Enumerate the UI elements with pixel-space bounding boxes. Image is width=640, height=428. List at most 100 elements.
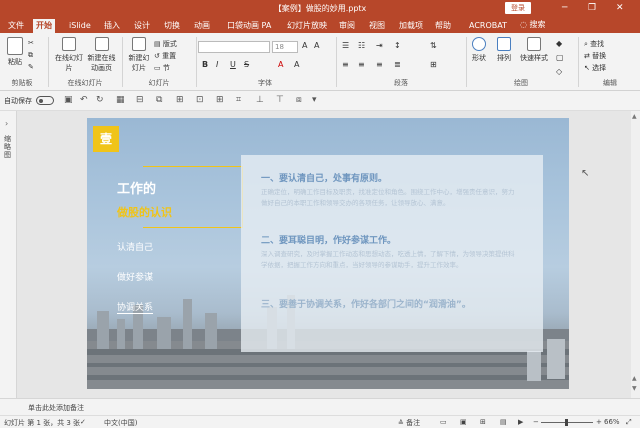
undo-icon[interactable]: ↶ xyxy=(80,95,88,105)
cut-icon[interactable]: ✂ xyxy=(28,39,34,47)
smartart-icon[interactable]: ⊞ xyxy=(430,60,437,69)
drawing-group-label: 绘图 xyxy=(514,79,528,87)
format-painter-icon[interactable]: ✎ xyxy=(28,63,34,71)
section-icon: ▭ xyxy=(154,64,161,72)
login-button[interactable]: 登录 xyxy=(505,2,531,14)
shape-fill-icon[interactable]: ◆ xyxy=(556,39,562,48)
notes-toggle[interactable]: ≙ 备注 xyxy=(398,418,420,428)
tab-pocket-animation[interactable]: 口袋动画 PA xyxy=(224,19,274,33)
next-slide-icon[interactable]: ▼ xyxy=(632,385,637,392)
autosave-label: 自动保存 xyxy=(4,97,32,105)
bullets-icon[interactable]: ☰ xyxy=(342,41,349,50)
present-icon[interactable]: ▦ xyxy=(116,95,125,105)
copy-format-icon[interactable]: ⧉ xyxy=(156,95,162,105)
notes-pane[interactable]: 单击此处添加备注 xyxy=(0,398,640,415)
line-spacing-icon[interactable]: ↕ xyxy=(394,41,401,50)
online-slides-group: 在线幻灯片 新建在线动画页 在线幻灯片 xyxy=(52,35,118,89)
arrange-button[interactable]: 排列 xyxy=(492,37,516,63)
spellcheck-icon[interactable]: ✓ xyxy=(80,418,86,426)
expand-thumbnails-icon[interactable]: › xyxy=(5,119,8,128)
fit-to-window-icon[interactable]: ⤢ xyxy=(626,418,632,427)
paste-button[interactable]: 粘贴 xyxy=(4,37,26,67)
font-color-icon[interactable]: A xyxy=(278,60,283,69)
online-slides-button[interactable]: 在线幻灯片 xyxy=(54,37,84,73)
shape-effects-icon[interactable]: ◇ xyxy=(556,67,562,76)
tab-islide[interactable]: iSlide xyxy=(66,19,94,33)
replace-button[interactable]: ⇄ 替换 xyxy=(584,51,606,61)
align-left-icon[interactable]: ≡ xyxy=(342,60,349,69)
find-button[interactable]: ⌕ 查找 xyxy=(584,39,604,49)
reset-button[interactable]: ↺ 重置 xyxy=(154,51,176,61)
underline-button[interactable]: U xyxy=(230,60,236,69)
tab-slideshow[interactable]: 幻灯片放映 xyxy=(284,19,330,33)
strikethrough-button[interactable]: S xyxy=(244,60,249,69)
grow-font-icon[interactable]: A xyxy=(302,41,307,50)
slideshow-icon[interactable]: ▶ xyxy=(518,418,523,426)
layout-button[interactable]: ▤ 版式 xyxy=(154,39,177,49)
paragraph-group-label: 段落 xyxy=(394,79,408,87)
quick-styles-button[interactable]: 快速样式 xyxy=(518,37,550,63)
shrink-font-icon[interactable]: A xyxy=(314,41,319,50)
section-button[interactable]: ▭ 节 xyxy=(154,63,170,73)
slide[interactable]: 壹 工作的 做股的认识 认清自己 做好参谋 协调关系 一、要认清自己，处事有原则… xyxy=(87,118,569,389)
layer-icon[interactable]: ⧈ xyxy=(296,95,302,105)
language-label[interactable]: 中文(中国) xyxy=(104,418,137,428)
tab-file[interactable]: 文件 xyxy=(5,19,27,33)
zoom-slider-thumb[interactable] xyxy=(565,419,568,426)
new-online-animation-button[interactable]: 新建在线动画页 xyxy=(85,37,118,73)
zoom-out-icon[interactable]: − xyxy=(533,418,539,426)
copy-icon[interactable]: ⧉ xyxy=(28,51,33,60)
clear-format-icon[interactable]: A xyxy=(294,60,299,69)
slide-sorter-icon[interactable]: ⊞ xyxy=(480,418,486,426)
tab-animations[interactable]: 动画 xyxy=(191,19,213,33)
numbering-icon[interactable]: ☷ xyxy=(358,41,365,50)
tab-insert[interactable]: 插入 xyxy=(101,19,123,33)
previous-slide-icon[interactable]: ▲ xyxy=(632,375,637,382)
close-button[interactable]: ✕ xyxy=(616,2,624,14)
comments-icon[interactable]: ▭ xyxy=(440,418,447,426)
align-middle-icon[interactable]: ⊤ xyxy=(276,95,284,105)
normal-view-icon[interactable]: ▣ xyxy=(460,418,467,426)
crop-icon[interactable]: ⌗ xyxy=(236,95,241,105)
more-dropdown-icon[interactable]: ▾ xyxy=(312,95,317,105)
italic-button[interactable]: I xyxy=(216,60,218,69)
divider xyxy=(48,37,49,87)
tab-help[interactable]: 帮助 xyxy=(432,19,454,33)
tab-addins[interactable]: 加载项 xyxy=(396,19,426,33)
minimize-button[interactable]: ─ xyxy=(562,2,567,14)
new-slide-button[interactable]: 新建幻灯片 xyxy=(126,37,152,73)
tab-review[interactable]: 审阅 xyxy=(336,19,358,33)
group-icon[interactable]: ⊡ xyxy=(196,95,204,105)
font-size-combo[interactable]: 18 xyxy=(272,41,298,53)
zoom-in-icon[interactable]: + xyxy=(596,418,602,426)
tab-home[interactable]: 开始 xyxy=(33,19,55,33)
scroll-up-icon[interactable]: ▲ xyxy=(632,113,637,120)
grid-icon[interactable]: ⊞ xyxy=(176,95,184,105)
distribute-icon[interactable]: ⊞ xyxy=(216,95,224,105)
shapes-button[interactable]: 形状 xyxy=(468,37,490,63)
indent-icon[interactable]: ⇥ xyxy=(376,41,383,50)
zoom-level[interactable]: 66% xyxy=(604,418,620,426)
reading-view-icon[interactable]: ▤ xyxy=(500,418,507,426)
save-icon[interactable]: ▣ xyxy=(64,95,73,105)
font-name-combo[interactable] xyxy=(198,41,270,53)
align-right-icon[interactable]: ≡ xyxy=(376,60,383,69)
tab-transitions[interactable]: 切换 xyxy=(161,19,183,33)
tab-acrobat[interactable]: ACROBAT xyxy=(466,19,510,33)
redo-icon[interactable]: ↻ xyxy=(96,95,104,105)
vertical-scrollbar[interactable]: ▲ ▲ ▼ xyxy=(631,111,640,398)
tab-view[interactable]: 视图 xyxy=(366,19,388,33)
align-center-icon[interactable]: ⊥ xyxy=(256,95,264,105)
text-direction-icon[interactable]: ⇅ xyxy=(430,41,437,50)
tab-design[interactable]: 设计 xyxy=(131,19,153,33)
ribbon: 粘贴 ✂ ⧉ ✎ 剪贴板 在线幻灯片 新建在线动画页 在线幻灯片 新建幻灯片 ▤… xyxy=(0,33,640,91)
align-center-icon[interactable]: ≡ xyxy=(358,60,365,69)
justify-icon[interactable]: ≣ xyxy=(394,60,401,69)
search-box[interactable]: ◌ 搜索 xyxy=(520,19,546,30)
align-icon[interactable]: ⊟ xyxy=(136,95,144,105)
autosave-toggle[interactable] xyxy=(36,96,54,105)
select-button[interactable]: ↖ 选择 xyxy=(584,63,606,73)
bold-button[interactable]: B xyxy=(202,60,208,69)
restore-button[interactable]: ❐ xyxy=(588,2,596,14)
shape-outline-icon[interactable]: ▢ xyxy=(556,53,564,62)
